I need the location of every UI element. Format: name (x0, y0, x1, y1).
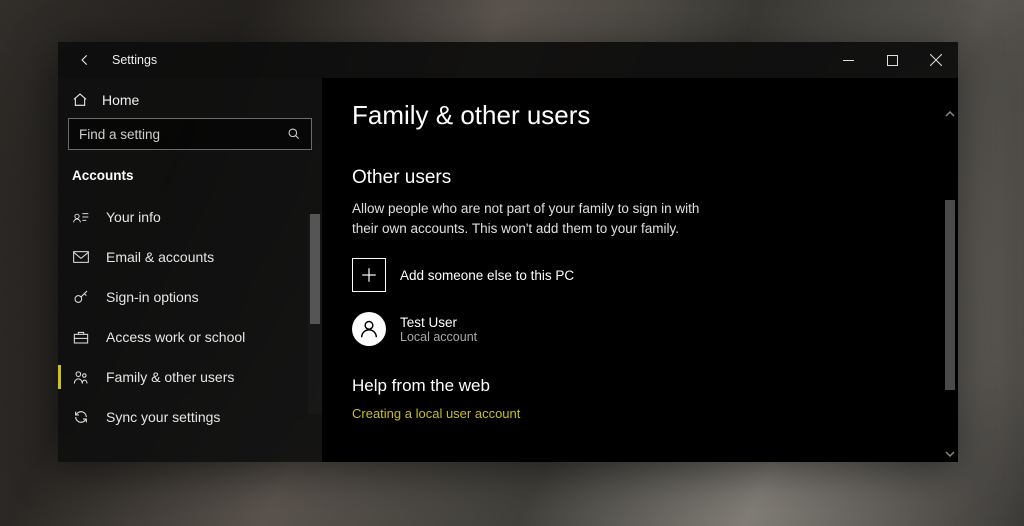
search-box[interactable] (68, 118, 312, 150)
sidebar-item-label: Sync your settings (106, 409, 220, 425)
content-area: Family & other users Other users Allow p… (322, 78, 958, 462)
window-title: Settings (112, 53, 157, 67)
search-input[interactable] (79, 127, 287, 142)
scrollbar-track[interactable] (942, 122, 958, 446)
home-label: Home (102, 92, 139, 108)
close-button[interactable] (914, 42, 958, 78)
sidebar-section-label: Accounts (58, 162, 322, 197)
arrow-left-icon (78, 53, 92, 67)
other-user-entry[interactable]: Test User Local account (352, 312, 928, 346)
sidebar-item-label: Your info (106, 209, 161, 225)
your-info-icon (73, 210, 89, 224)
sidebar-item-email-accounts[interactable]: Email & accounts (58, 237, 322, 277)
maximize-button[interactable] (870, 42, 914, 78)
family-icon (73, 370, 89, 385)
close-icon (930, 54, 942, 66)
add-someone-label: Add someone else to this PC (400, 268, 574, 283)
minimize-button[interactable] (826, 42, 870, 78)
plus-box (352, 258, 386, 292)
sidebar-scrollbar-thumb[interactable] (310, 214, 320, 324)
home-nav[interactable]: Home (58, 88, 322, 118)
desktop-background: Settings Home (0, 0, 1024, 526)
sidebar-nav: Your info Email & accounts Sign-in optio… (58, 197, 322, 437)
person-icon (358, 318, 380, 340)
user-account-type: Local account (400, 330, 477, 344)
sidebar-item-access-work-school[interactable]: Access work or school (58, 317, 322, 357)
user-text: Test User Local account (400, 315, 477, 344)
help-link-create-local-user[interactable]: Creating a local user account (352, 406, 928, 421)
settings-window: Settings Home (58, 42, 958, 462)
sidebar-item-label: Access work or school (106, 329, 245, 345)
sidebar-item-your-info[interactable]: Your info (58, 197, 322, 237)
key-icon (73, 289, 89, 305)
email-icon (73, 251, 89, 263)
maximize-icon (887, 55, 898, 66)
avatar (352, 312, 386, 346)
sidebar-item-label: Email & accounts (106, 249, 214, 265)
window-body: Home Accounts Your info (58, 78, 958, 462)
plus-icon (360, 266, 378, 284)
chevron-up-icon (945, 110, 955, 118)
sidebar-item-label: Family & other users (106, 369, 234, 385)
back-button[interactable] (74, 49, 96, 71)
minimize-icon (843, 55, 854, 66)
user-name: Test User (400, 315, 477, 330)
sidebar-item-sign-in-options[interactable]: Sign-in options (58, 277, 322, 317)
chevron-down-icon (945, 450, 955, 458)
add-someone-button[interactable]: Add someone else to this PC (352, 258, 928, 292)
briefcase-icon (73, 330, 89, 344)
content-scrollbar[interactable] (942, 106, 958, 462)
help-heading: Help from the web (352, 376, 928, 396)
title-bar: Settings (58, 42, 958, 78)
scroll-up-button[interactable] (942, 106, 958, 122)
scrollbar-thumb[interactable] (945, 200, 955, 390)
sync-icon (73, 409, 89, 425)
sidebar: Home Accounts Your info (58, 78, 322, 462)
other-users-heading: Other users (352, 167, 928, 189)
sidebar-item-label: Sign-in options (106, 289, 199, 305)
sidebar-scrollbar[interactable] (308, 214, 322, 414)
home-icon (72, 92, 88, 108)
sidebar-item-sync-settings[interactable]: Sync your settings (58, 397, 322, 437)
sidebar-item-family-other-users[interactable]: Family & other users (58, 357, 322, 397)
page-title: Family & other users (352, 100, 928, 131)
other-users-description: Allow people who are not part of your fa… (352, 199, 722, 238)
search-icon (287, 127, 301, 141)
scroll-down-button[interactable] (942, 446, 958, 462)
